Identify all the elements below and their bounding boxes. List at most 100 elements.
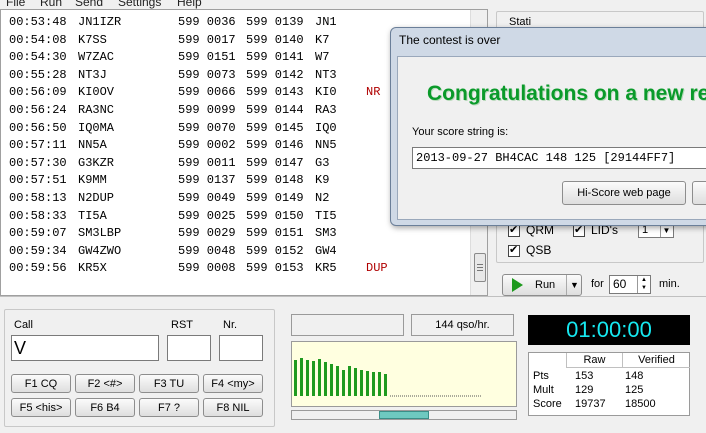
- call-input-value: V: [14, 338, 27, 358]
- log-call: W7ZAC: [78, 50, 115, 65]
- log-call: K9MM: [78, 173, 107, 188]
- log-sent: 599 0008: [178, 261, 236, 276]
- log-prefix: GW4: [315, 243, 337, 258]
- dialog-ok-button[interactable]: [692, 181, 706, 205]
- log-sent: 599 0137: [178, 173, 236, 188]
- run-button[interactable]: Run ▼: [502, 274, 582, 296]
- f3-tu-button[interactable]: F3 TU: [139, 374, 199, 393]
- tuning-indicator[interactable]: [379, 411, 429, 419]
- rate-bar: [318, 359, 321, 396]
- log-prefix: TI5: [315, 208, 337, 223]
- qsb-checkbox[interactable]: [508, 243, 520, 257]
- rate-bar: [336, 366, 339, 396]
- log-time: 00:53:48: [9, 15, 67, 29]
- log-sent: 599 0036: [178, 15, 236, 29]
- menu-file[interactable]: File: [6, 0, 25, 9]
- log-sent: 599 0011: [178, 155, 236, 170]
- menu-run[interactable]: Run: [40, 0, 62, 9]
- log-time: 00:58:13: [9, 191, 67, 205]
- log-call: TI5A: [78, 208, 107, 223]
- log-time: 00:54:08: [9, 32, 67, 47]
- play-icon: [512, 278, 523, 292]
- lids-checkbox[interactable]: [573, 223, 585, 237]
- call-input[interactable]: V: [11, 335, 159, 361]
- contest-clock: 01:00:00: [528, 315, 690, 345]
- rate-bar: [360, 370, 363, 396]
- log-call: NT3J: [78, 67, 107, 82]
- f7-query-button[interactable]: F7 ?: [139, 398, 199, 417]
- rate-bar: [378, 372, 381, 396]
- score-header-verified: Verified: [622, 353, 690, 368]
- bottom-panel: Call V RST Nr. F1 CQ F2 <#> F3 TU F4 <my…: [0, 296, 706, 433]
- menu-settings[interactable]: Settings: [118, 0, 161, 9]
- log-call: KI0OV: [78, 85, 115, 100]
- minutes-spin[interactable]: 60 ▲ ▼: [609, 275, 651, 294]
- log-row[interactable]: 00:59:56 KR5X 599 0008 599 0153 KR5 DUP: [1, 261, 471, 279]
- qso-rate: 144 qso/hr.: [411, 314, 514, 336]
- log-sent: 599 0029: [178, 226, 236, 241]
- run-button-label: Run: [535, 279, 556, 291]
- log-sent: 599 0066: [178, 85, 236, 100]
- log-sent: 599 0070: [178, 120, 236, 135]
- hiscore-web-page-button[interactable]: Hi-Score web page: [562, 181, 686, 205]
- f5-his-button[interactable]: F5 <his>: [11, 398, 71, 417]
- log-recv: 599 0142: [246, 67, 304, 82]
- rate-bar: [330, 364, 333, 396]
- log-recv: 599 0149: [246, 191, 304, 205]
- log-error: DUP: [366, 261, 388, 276]
- log-time: 00:56:50: [9, 120, 67, 135]
- rst-input[interactable]: [167, 335, 211, 361]
- f1-cq-button[interactable]: F1 CQ: [11, 374, 71, 393]
- log-sent: 599 0025: [178, 208, 236, 223]
- f8-nil-button[interactable]: F8 NIL: [203, 398, 263, 417]
- score-row-label: Score: [533, 398, 562, 410]
- log-recv: 599 0147: [246, 155, 304, 170]
- log-time: 00:57:11: [9, 138, 67, 153]
- scrollbar-thumb[interactable]: [474, 253, 486, 282]
- minutes-value: 60: [613, 277, 627, 291]
- log-recv: 599 0143: [246, 85, 304, 100]
- log-time: 00:59:07: [9, 226, 67, 241]
- rate-bar: [354, 368, 357, 396]
- score-verified-value: 125: [625, 384, 644, 396]
- contest-over-dialog: The contest is over Congratulations on a…: [390, 27, 706, 226]
- log-prefix: KR5: [315, 261, 337, 276]
- dialog-body: Congratulations on a new re Your score s…: [397, 56, 706, 220]
- f4-my-button[interactable]: F4 <my>: [203, 374, 263, 393]
- log-row[interactable]: 00:59:34 GW4ZWO 599 0048 599 0152 GW4: [1, 244, 471, 262]
- qso-rate-text: 144 qso/hr.: [435, 319, 490, 331]
- log-recv: 599 0145: [246, 120, 304, 135]
- log-sent: 599 0048: [178, 243, 236, 258]
- score-row-label: Mult: [533, 384, 554, 396]
- score-raw-value: 153: [575, 370, 594, 382]
- log-recv: 599 0144: [246, 103, 304, 117]
- rate-bar: [348, 366, 351, 396]
- log-time: 00:56:24: [9, 103, 67, 117]
- score-header-raw: Raw: [566, 353, 622, 368]
- menu-bar: File Run Send Settings Help: [0, 0, 706, 9]
- rate-bar: [312, 361, 315, 396]
- tuning-bar[interactable]: [291, 410, 517, 420]
- log-call: N2DUP: [78, 191, 115, 205]
- score-table: Raw Verified Pts 153 148 Mult 129 125 Sc…: [528, 352, 690, 416]
- f6-b4-button[interactable]: F6 B4: [75, 398, 135, 417]
- log-row[interactable]: 00:59:07 SM3LBP 599 0029 599 0151 SM3: [1, 226, 471, 244]
- nr-input[interactable]: [219, 335, 263, 361]
- f2-exchange-button[interactable]: F2 <#>: [75, 374, 135, 393]
- score-verified-value: 18500: [625, 398, 656, 410]
- for-label: for: [591, 278, 604, 290]
- log-call: KR5X: [78, 261, 107, 276]
- log-prefix: NT3: [315, 67, 337, 82]
- menu-help[interactable]: Help: [177, 0, 202, 9]
- score-string-field[interactable]: 2013-09-27 BH4CAC 148 125 [29144FF7]: [412, 147, 706, 169]
- run-dropdown-icon[interactable]: ▼: [566, 275, 582, 295]
- menu-send[interactable]: Send: [75, 0, 103, 9]
- log-sent: 599 0017: [178, 32, 236, 47]
- log-recv: 599 0153: [246, 261, 304, 276]
- qrm-checkbox[interactable]: [508, 223, 520, 237]
- log-prefix: K9: [315, 173, 330, 188]
- congratulations-text: Congratulations on a new re: [427, 82, 706, 105]
- log-call: NN5A: [78, 138, 107, 153]
- spin-arrows-icon[interactable]: ▲ ▼: [637, 276, 650, 293]
- log-call: JN1IZR: [78, 15, 122, 29]
